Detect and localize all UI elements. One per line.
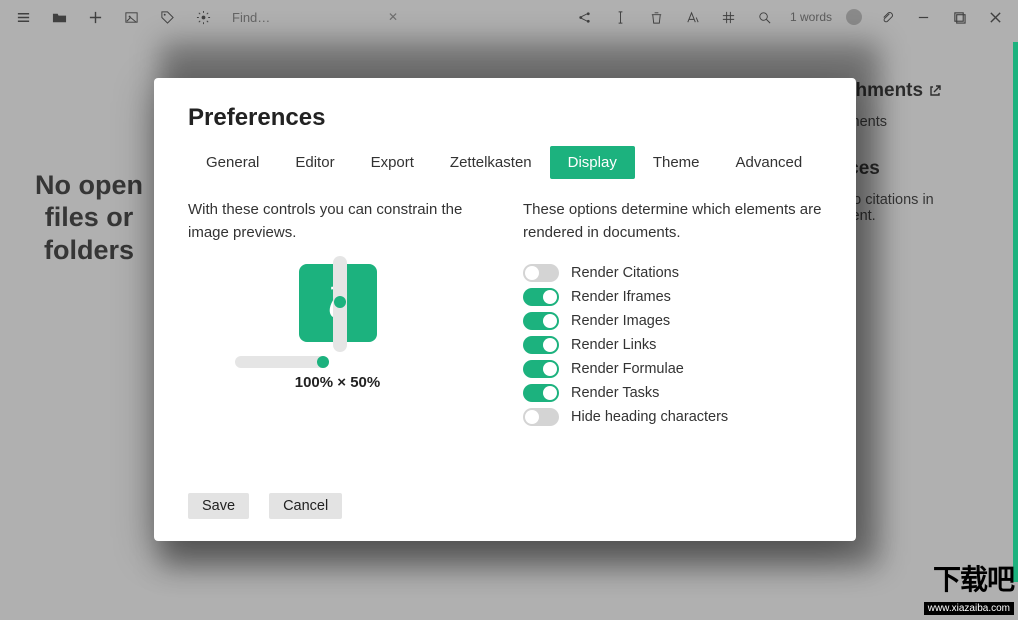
dialog-footer: Save Cancel xyxy=(188,493,822,519)
height-slider[interactable] xyxy=(333,256,347,352)
image-preview-desc: With these controls you can constrain th… xyxy=(188,199,487,244)
open-folder-icon[interactable] xyxy=(42,3,76,31)
share-icon[interactable] xyxy=(568,3,602,31)
external-link-icon[interactable] xyxy=(928,84,942,98)
toggle-row: Render Images xyxy=(523,312,822,330)
tabs: General Editor Export Zettelkasten Displ… xyxy=(188,146,822,179)
toggle-label: Render Iframes xyxy=(571,289,671,305)
slider-thumb[interactable] xyxy=(317,356,329,368)
tab-advanced[interactable]: Advanced xyxy=(718,146,821,179)
maximize-icon[interactable] xyxy=(942,3,976,31)
save-button[interactable]: Save xyxy=(188,493,249,519)
tab-export[interactable]: Export xyxy=(353,146,432,179)
close-icon[interactable] xyxy=(978,3,1012,31)
right-column: These options determine which elements a… xyxy=(523,199,822,481)
attachment-icon[interactable] xyxy=(870,3,904,31)
minimize-icon[interactable] xyxy=(906,3,940,31)
trash-icon[interactable] xyxy=(640,3,674,31)
toggle-row: Render Tasks xyxy=(523,384,822,402)
toggle-label: Render Links xyxy=(571,337,656,353)
slider-thumb[interactable] xyxy=(334,296,346,308)
toggle-row: Render Citations xyxy=(523,264,822,282)
search-input[interactable]: Find… ✕ xyxy=(226,5,404,29)
dialog-title: Preferences xyxy=(188,104,822,132)
word-count: 1 words xyxy=(790,10,832,24)
toggle-row: Hide heading characters xyxy=(523,408,822,426)
toggle-label: Render Images xyxy=(571,313,670,329)
search-icon[interactable] xyxy=(748,3,782,31)
toggle-label: Render Citations xyxy=(571,265,679,281)
image-icon[interactable] xyxy=(114,3,148,31)
toggle-switch[interactable] xyxy=(523,408,559,426)
tab-editor[interactable]: Editor xyxy=(277,146,352,179)
menu-icon[interactable] xyxy=(6,3,40,31)
toggle-switch[interactable] xyxy=(523,360,559,378)
search-placeholder: Find… xyxy=(232,10,388,25)
grid-icon[interactable] xyxy=(712,3,746,31)
cancel-button[interactable]: Cancel xyxy=(269,493,342,519)
font-icon[interactable] xyxy=(676,3,710,31)
preferences-dialog: Preferences General Editor Export Zettel… xyxy=(154,78,856,541)
toggle-switch[interactable] xyxy=(523,312,559,330)
render-desc: These options determine which elements a… xyxy=(523,199,822,244)
clear-search-icon[interactable]: ✕ xyxy=(388,10,398,24)
toggle-switch[interactable] xyxy=(523,384,559,402)
tab-display[interactable]: Display xyxy=(550,146,635,179)
no-open-files-text: No open files or folders xyxy=(14,169,164,266)
avatar[interactable] xyxy=(846,9,862,25)
toggle-row: Render Iframes xyxy=(523,288,822,306)
left-column: With these controls you can constrain th… xyxy=(188,199,487,481)
settings-icon[interactable] xyxy=(186,3,220,31)
width-slider[interactable] xyxy=(235,356,329,368)
text-cursor-icon[interactable] xyxy=(604,3,638,31)
toggle-switch[interactable] xyxy=(523,264,559,282)
new-file-icon[interactable] xyxy=(78,3,112,31)
watermark: 下载吧 www.xiazaiba.com xyxy=(924,558,1014,616)
toggle-switch[interactable] xyxy=(523,336,559,354)
toggle-label: Render Formulae xyxy=(571,361,684,377)
toggle-label: Hide heading characters xyxy=(571,409,728,425)
toggle-row: Render Formulae xyxy=(523,360,822,378)
tab-general[interactable]: General xyxy=(188,146,277,179)
tag-icon[interactable] xyxy=(150,3,184,31)
toggle-row: Render Links xyxy=(523,336,822,354)
toolbar: Find… ✕ 1 words xyxy=(0,0,1018,34)
toggle-switch[interactable] xyxy=(523,288,559,306)
toggle-label: Render Tasks xyxy=(571,385,659,401)
tab-zettelkasten[interactable]: Zettelkasten xyxy=(432,146,550,179)
dimensions-label: 100% × 50% xyxy=(233,374,443,391)
tab-theme[interactable]: Theme xyxy=(635,146,718,179)
preview-constraint: ζ 100% × 50% xyxy=(233,264,443,391)
accent-edge xyxy=(1013,42,1018,582)
